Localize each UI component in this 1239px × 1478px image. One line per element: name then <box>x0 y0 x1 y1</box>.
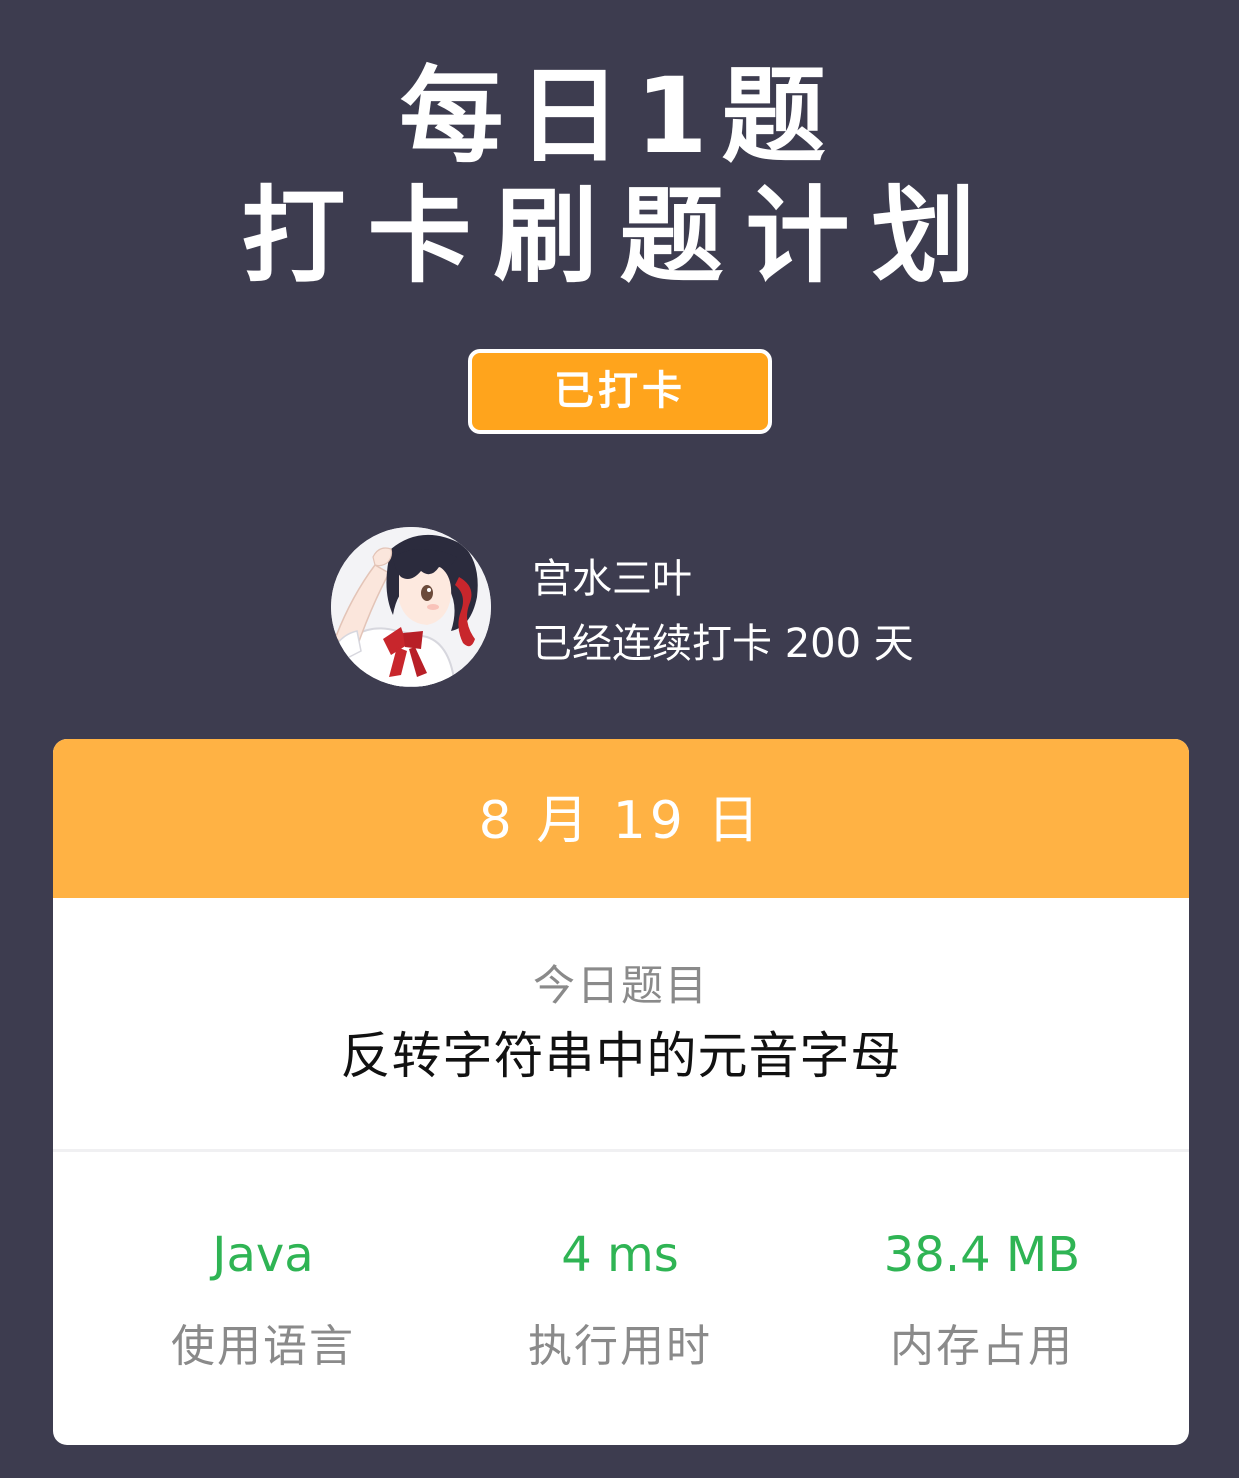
language-label: 使用语言 <box>171 1321 355 1372</box>
daily-problem-card: 8 月 19 日 今日题目 反转字符串中的元音字母 Java 使用语言 4 ms… <box>53 739 1189 1445</box>
memory-value: 38.4 MB <box>883 1227 1081 1283</box>
anime-girl-avatar-icon <box>331 527 491 687</box>
user-name: 宫水三叶 <box>532 556 692 602</box>
problem-title[interactable]: 反转字符串中的元音字母 <box>53 1026 1189 1086</box>
date-label: 8 月 19 日 <box>478 791 764 851</box>
language-value: Java <box>212 1227 314 1283</box>
runtime-label: 执行用时 <box>528 1321 712 1372</box>
hero-title-line1: 每日1题 <box>399 55 840 177</box>
card-header: 8 月 19 日 <box>53 739 1189 898</box>
streak-text: 已经连续打卡 200 天 <box>532 621 914 667</box>
card-divider <box>53 1149 1189 1152</box>
user-avatar[interactable] <box>331 527 491 687</box>
memory-label: 内存占用 <box>890 1321 1074 1372</box>
problem-caption: 今日题目 <box>532 961 709 1010</box>
runtime-value: 4 ms <box>561 1227 679 1283</box>
checked-in-button[interactable]: 已打卡 <box>468 349 772 434</box>
hero-title-line2: 打卡刷题计划 <box>241 175 998 297</box>
